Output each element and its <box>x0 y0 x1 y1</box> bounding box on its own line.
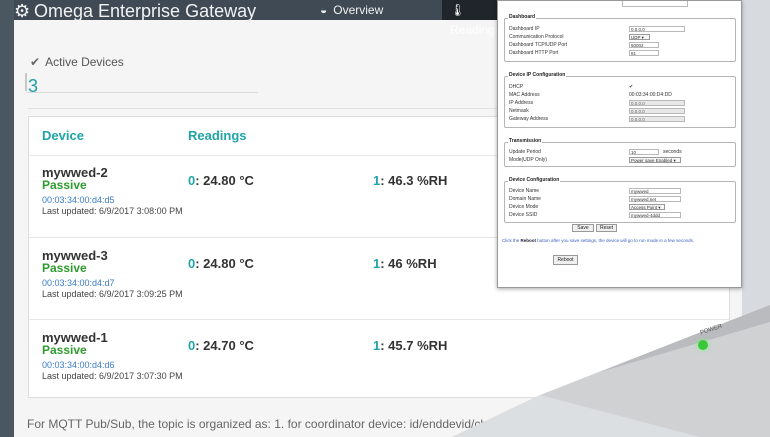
column-header-device: Device <box>42 128 84 143</box>
device-mac-link[interactable]: 00:03:34:00:d4:d5 <box>42 195 115 205</box>
protocol-select[interactable]: UDP ▾ <box>629 34 650 40</box>
http-port-input[interactable]: 81 <box>629 50 659 56</box>
update-period-unit: seconds <box>663 149 682 155</box>
field-label: Dashboard TCP/UDP Port <box>509 42 568 48</box>
dhcp-checkbox[interactable]: ✔ <box>629 84 633 90</box>
field-label: Mode(UDP Only) <box>509 157 547 163</box>
field-label: MAC Address <box>509 92 540 98</box>
nav-overview-label: Overview <box>333 3 384 17</box>
field-label: Communication Protocol <box>509 34 564 40</box>
netmask-input[interactable]: 0.0.0.0 <box>629 108 685 114</box>
device-last-updated: Last updated: 6/9/2017 3:07:30 PM <box>42 371 183 381</box>
field-label: Domain Name <box>509 196 541 202</box>
ip-address-input[interactable]: 0.0.0.0 <box>629 100 685 106</box>
check-icon: ✔ <box>30 55 41 69</box>
field-label: Dashboard HTTP Port <box>509 50 559 56</box>
divider <box>26 92 258 93</box>
nav-readings-label: Readings <box>450 23 501 37</box>
fieldset-title: Device Configuration <box>508 177 561 183</box>
active-devices-label: ✔ Active Devices <box>30 55 124 69</box>
reading-0: 0: 24.70 °C <box>188 338 254 353</box>
fieldset-title: Device IP Configuration <box>508 72 567 78</box>
thermometer-icon: 🌡 <box>450 3 466 17</box>
reboot-button[interactable]: Reboot <box>553 255 578 265</box>
save-button[interactable]: Save <box>572 224 594 232</box>
divider <box>28 108 504 109</box>
config-panel: Dashboard Dashboard IP 0.0.0.0 Communica… <box>497 0 742 288</box>
reading-value: : 46.3 %RH <box>380 173 448 188</box>
gear-icon: ⚙ <box>14 1 31 21</box>
table-row: mywwed-1 Passive 00:03:34:00:d4:d6 Last … <box>29 319 729 398</box>
field-label: Dashboard IP <box>509 26 540 32</box>
device-status: Passive <box>42 178 87 192</box>
device-mode-select[interactable]: Access Point ▾ <box>629 204 665 210</box>
fieldset-title: Dashboard <box>508 14 537 20</box>
reading-value: : 45.7 %RH <box>380 338 448 353</box>
brand[interactable]: ⚙ Omega Enterprise Gateway <box>14 2 256 20</box>
reading-1: 1: 46 %RH <box>373 256 437 271</box>
reading-value: : 24.80 °C <box>195 173 254 188</box>
fieldset-title: Transmission <box>508 138 543 144</box>
power-led-icon <box>698 340 708 350</box>
active-devices-count: 3 <box>28 76 39 96</box>
device-status: Passive <box>42 343 87 357</box>
background-right <box>742 0 770 437</box>
background-left <box>0 0 14 437</box>
dashboard-ip-input[interactable]: 0.0.0.0 <box>629 26 685 32</box>
mode-select[interactable]: Power save Enabled ▾ <box>629 157 681 163</box>
dashboard-icon: ◒ <box>320 3 328 17</box>
reading-value: : 46 %RH <box>380 256 437 271</box>
column-header-readings: Readings <box>188 128 247 143</box>
device-status: Passive <box>42 261 87 275</box>
mac-address-value: 00:03:34:00:D4:DD <box>629 92 672 98</box>
device-mac-link[interactable]: 00:03:34:00:d4:d7 <box>42 278 115 288</box>
active-devices-text: Active Devices <box>45 55 124 69</box>
reading-1: 1: 45.7 %RH <box>373 338 447 353</box>
reading-0: 0: 24.80 °C <box>188 173 254 188</box>
reading-value: : 24.80 °C <box>195 256 254 271</box>
device-ssid-input[interactable]: mywwed-4ddd <box>629 212 681 218</box>
reading-value: : 24.70 °C <box>195 338 254 353</box>
reboot-note: Click the Reboot button after you save s… <box>502 238 694 243</box>
fieldset-transmission: Transmission Update Period 10 seconds Mo… <box>504 138 736 167</box>
note-text: button after you save settings, the devi… <box>536 238 695 243</box>
field-label: Device Mode <box>509 204 539 210</box>
field-label: Device SSID <box>509 212 538 218</box>
field-label: IP Address <box>509 100 534 106</box>
device-last-updated: Last updated: 6/9/2017 3:09:25 PM <box>42 289 183 299</box>
note-bold: Reboot <box>520 238 537 243</box>
field-label: DHCP <box>509 84 524 90</box>
reset-button[interactable]: Reset <box>596 224 617 232</box>
nav-overview[interactable]: ◒ Overview <box>320 3 383 17</box>
tcp-udp-port-input[interactable]: 50002 <box>629 42 659 48</box>
device-last-updated: Last updated: 6/9/2017 3:08:00 PM <box>42 206 183 216</box>
field-label: Netmask <box>509 108 529 114</box>
field-label: Device Name <box>509 188 540 194</box>
gateway-input[interactable]: 0.0.0.0 <box>629 116 685 122</box>
text-input[interactable] <box>622 1 688 7</box>
reading-1: 1: 46.3 %RH <box>373 173 447 188</box>
device-name-input[interactable]: mywwed <box>629 188 681 194</box>
update-period-input[interactable]: 10 <box>629 149 659 155</box>
mqtt-info-text: For MQTT Pub/Sub, the topic is organized… <box>27 417 501 431</box>
device-mac-link[interactable]: 00:03:34:00:d4:d6 <box>42 360 115 370</box>
fieldset-dashboard: Dashboard Dashboard IP 0.0.0.0 Communica… <box>504 14 736 62</box>
reading-0: 0: 24.80 °C <box>188 256 254 271</box>
fieldset-device-config: Device Configuration Device Name mywwed … <box>504 177 736 223</box>
field-label: Gateway Address <box>509 116 549 122</box>
field-label: Update Period <box>509 149 541 155</box>
divider <box>25 73 27 91</box>
brand-title: Omega Enterprise Gateway <box>34 1 257 21</box>
fieldset-ip-config: Device IP Configuration DHCP ✔ MAC Addre… <box>504 72 736 128</box>
note-text: Click the <box>502 238 521 243</box>
domain-name-input[interactable]: mywwed.net <box>629 196 681 202</box>
